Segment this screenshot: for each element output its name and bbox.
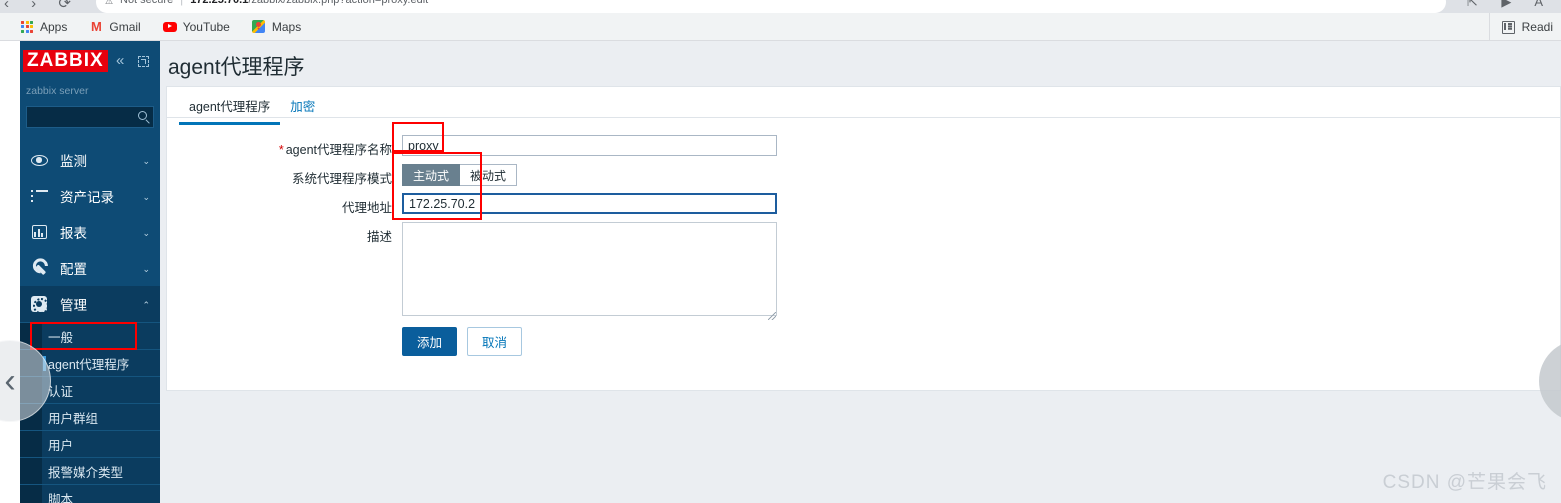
- sidebar-subitem-label: 一般: [48, 330, 74, 345]
- reading-list-button[interactable]: Readi: [1488, 13, 1553, 41]
- proxy-mode-toggle: 主动式 被动式: [402, 164, 518, 186]
- add-button[interactable]: 添加: [402, 327, 458, 356]
- field-row-description: 描述: [187, 222, 777, 321]
- not-secure-icon: ⚠: [105, 0, 114, 6]
- field-row-proxy-name: * agent代理程序名称: [187, 135, 777, 158]
- gmail-icon: M: [90, 19, 102, 34]
- server-name-label: zabbix server: [26, 85, 89, 97]
- bookmark-youtube[interactable]: YouTube: [162, 19, 230, 34]
- resize-handle-icon[interactable]: [768, 312, 776, 320]
- security-label: Not secure: [120, 0, 174, 6]
- reading-list-label: Readi: [1521, 20, 1553, 34]
- list-icon: [28, 186, 50, 206]
- chevron-down-icon[interactable]: ⌄: [142, 264, 150, 275]
- chevron-down-icon[interactable]: ⌄: [142, 192, 150, 203]
- youtube-icon: [162, 20, 177, 34]
- sidebar-subitem-label: 用户: [48, 438, 74, 453]
- proxy-name-label: * agent代理程序名称: [187, 135, 402, 158]
- browser-toolbar-icons[interactable]: ⇱ ▶ A: [1467, 0, 1553, 10]
- apps-grid-icon: [20, 20, 34, 34]
- bookmark-maps[interactable]: Maps: [252, 20, 301, 34]
- sidebar-logo-row: ZABBIX «: [20, 41, 160, 75]
- sidebar-subitem-label: 报警媒介类型: [48, 465, 124, 480]
- zabbix-logo[interactable]: ZABBIX: [23, 50, 108, 72]
- proxy-form-panel: agent代理程序 加密 *agent代理程序名称 系统代理程序模式 主动式 被…: [166, 86, 1561, 391]
- chevron-left-icon: ‹: [4, 361, 16, 400]
- bookmark-label: YouTube: [182, 19, 230, 34]
- proxy-name-label-text: agent代理程序名称: [285, 143, 392, 157]
- reading-list-icon: [1501, 20, 1515, 34]
- bookmark-label: Apps: [40, 19, 68, 34]
- gear-icon: [28, 294, 50, 314]
- sidebar-subitem-label: 认证: [48, 384, 74, 399]
- page-left-gutter: [0, 41, 20, 503]
- chart-icon: [28, 222, 50, 242]
- sidebar-item-reports[interactable]: 报表 ⌄: [20, 214, 160, 250]
- proxy-name-input[interactable]: [402, 135, 777, 156]
- url-host: 172.25.70.1: [190, 0, 249, 6]
- sidebar-item-label: 资产记录: [60, 190, 114, 205]
- sidebar-collapse-icon[interactable]: «: [116, 53, 124, 68]
- zabbix-sidebar: ZABBIX « zabbix server 监测 ⌄ 资产记录 ⌄ 报表 ⌄: [20, 41, 160, 503]
- sidebar-subitem-label: 脚本: [48, 492, 74, 503]
- maps-icon: [252, 20, 266, 34]
- sidebar-search-input[interactable]: [26, 106, 154, 128]
- browser-url-bar: ‹ › ⟳ ⚠ Not secure | 172.25.70.1/zabbix/…: [0, 0, 1561, 13]
- sidebar-subitem-media-types[interactable]: 报警媒介类型: [20, 457, 160, 484]
- form-tabs: agent代理程序 加密: [167, 87, 1560, 125]
- description-label: 描述: [366, 230, 392, 244]
- proxy-mode-passive-option[interactable]: 被动式: [460, 164, 518, 186]
- proxy-address-label: 代理地址: [341, 201, 392, 215]
- bookmark-label: Gmail: [109, 19, 141, 34]
- browser-nav-icons[interactable]: ‹ › ⟳: [4, 0, 80, 12]
- tab-proxy[interactable]: agent代理程序: [179, 87, 281, 125]
- submenu-rail: [20, 485, 42, 503]
- wrench-icon: [28, 258, 50, 278]
- chevron-down-icon[interactable]: ⌄: [142, 228, 150, 239]
- required-marker: *: [278, 143, 284, 157]
- chevron-up-icon[interactable]: ⌃: [142, 300, 150, 311]
- sidebar-item-label: 管理: [60, 298, 87, 313]
- eye-icon: [28, 150, 50, 170]
- sidebar-item-administration[interactable]: 管理 ⌃: [20, 286, 160, 322]
- form-action-buttons: 添加 取消: [402, 327, 523, 356]
- sidebar-item-monitoring[interactable]: 监测 ⌄: [20, 142, 160, 178]
- proxy-mode-active-option[interactable]: 主动式: [402, 164, 461, 186]
- bookmark-label: Maps: [271, 19, 302, 34]
- sidebar-item-label: 监测: [60, 154, 87, 169]
- bookmarks-bar: Apps M Gmail YouTube Maps: [0, 13, 1561, 41]
- sidebar-subitem-label: agent代理程序: [48, 357, 130, 372]
- sidebar-hide-icon[interactable]: [138, 56, 149, 67]
- chevron-down-icon[interactable]: ⌄: [142, 156, 150, 167]
- watermark: CSDN @芒果会飞: [1382, 472, 1547, 493]
- url-path: /zabbix/zabbix.php?action=proxy.edit: [248, 0, 429, 6]
- search-icon: [138, 111, 147, 120]
- sidebar-menu: 监测 ⌄ 资产记录 ⌄ 报表 ⌄ 配置 ⌄ 管理 ⌃ 一般 agent代理程序 …: [20, 142, 160, 503]
- field-row-proxy-address: 代理地址: [187, 193, 777, 216]
- bookmark-gmail[interactable]: M Gmail: [89, 19, 141, 34]
- omnibox[interactable]: ⚠ Not secure | 172.25.70.1/zabbix/zabbix…: [96, 0, 1446, 13]
- sidebar-item-label: 报表: [60, 226, 87, 241]
- submenu-rail: [20, 458, 42, 484]
- main-content: agent代理程序 agent代理程序 加密 *agent代理程序名称 系统代理…: [160, 41, 1561, 503]
- bookmark-apps[interactable]: Apps: [20, 20, 67, 34]
- sidebar-subitem-scripts[interactable]: 脚本: [20, 484, 160, 503]
- description-textarea[interactable]: [402, 222, 777, 316]
- sidebar-subitem-general[interactable]: 一般: [20, 322, 160, 349]
- submenu-rail: [20, 431, 42, 457]
- sidebar-subitem-label: 用户群组: [48, 411, 99, 426]
- page-title: agent代理程序: [168, 56, 305, 79]
- proxy-address-input[interactable]: [402, 193, 777, 214]
- screenshot-root: ‹ › ⟳ ⚠ Not secure | 172.25.70.1/zabbix/…: [0, 0, 1561, 503]
- sidebar-item-label: 配置: [60, 262, 87, 277]
- sidebar-item-configuration[interactable]: 配置 ⌄: [20, 250, 160, 286]
- cancel-button[interactable]: 取消: [467, 327, 523, 356]
- url-separator: |: [180, 0, 184, 6]
- tab-encryption[interactable]: 加密: [280, 87, 325, 122]
- proxy-mode-label: 系统代理程序模式: [291, 172, 392, 186]
- field-row-proxy-mode: 系统代理程序模式 主动式 被动式: [187, 164, 518, 187]
- sidebar-item-inventory[interactable]: 资产记录 ⌄: [20, 178, 160, 214]
- sidebar-subitem-users[interactable]: 用户: [20, 430, 160, 457]
